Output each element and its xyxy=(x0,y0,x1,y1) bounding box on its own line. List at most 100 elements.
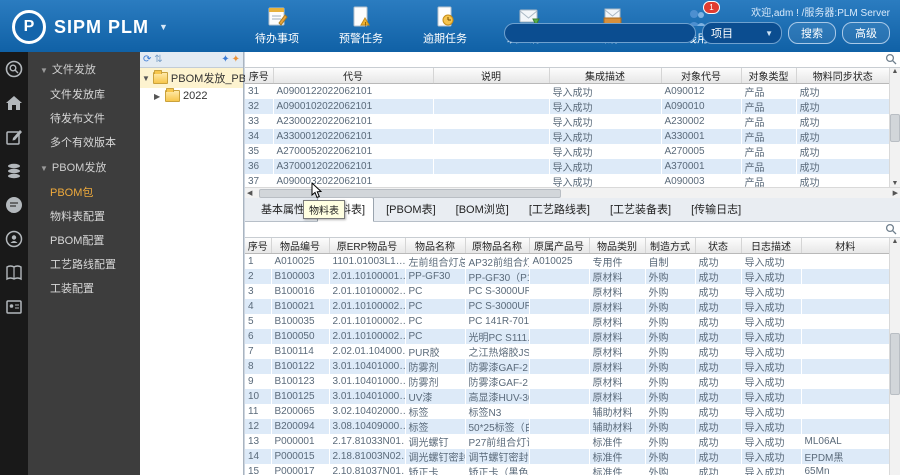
column-header[interactable]: 说明 xyxy=(433,68,550,84)
table-row[interactable]: 2B1000032.01.10100001…PP-GF30PP-GF30（P10… xyxy=(245,269,890,284)
id-card-icon[interactable] xyxy=(5,298,23,316)
column-header[interactable]: 序号 xyxy=(245,68,274,84)
tab-process-route-table[interactable]: [工艺路线表] xyxy=(521,198,598,221)
column-header[interactable]: 制造方式 xyxy=(645,238,696,254)
table-row[interactable]: 13 P000001 2.17.81033N01…调光螺钉 P27前组合灯调… 标准件 外… xyxy=(245,434,890,449)
sidebar-section-file-release[interactable]: ▼ 文件发放 xyxy=(28,56,140,82)
sidebar-section-pbom-release[interactable]: ▼ PBOM发放 xyxy=(28,154,140,180)
table-row[interactable]: 11 B200065 3.02.10402000… 标签 标签N3 辅助材料 外购 成功 导入成… xyxy=(245,404,890,419)
home-icon[interactable] xyxy=(5,94,23,112)
table-cell xyxy=(529,329,589,344)
table-row[interactable]: 5 B100035 2.01.10100002…PC PC 141R-701… 原材料 外… xyxy=(245,314,890,329)
sidebar-item-process-route-config[interactable]: 工艺路线配置 xyxy=(28,252,140,276)
column-header[interactable]: 对象类型 xyxy=(741,68,797,84)
table-cell: A370001 xyxy=(661,159,741,174)
table-row[interactable]: 15 P000017 2.10.81037N01…矫正卡 矫正卡（黑色） 标准件 外购 成功… xyxy=(245,464,890,475)
column-header[interactable]: 日志描述 xyxy=(741,238,802,254)
sidebar-item-pending-files[interactable]: 待发布文件 xyxy=(28,106,140,130)
tab-process-equipment-table[interactable]: [工艺装备表] xyxy=(602,198,679,221)
column-header[interactable]: 物品编号 xyxy=(271,238,330,254)
scrollbar-thumb[interactable] xyxy=(890,333,900,395)
material-filter-bar[interactable] xyxy=(245,222,900,238)
sidebar-item-multi-versions[interactable]: 多个有效版本 xyxy=(28,130,140,154)
column-header[interactable]: 原ERP物品号 xyxy=(329,238,406,254)
sidebar-item-tooling-config[interactable]: 工装配置 xyxy=(28,276,140,300)
broadcast-user-icon[interactable] xyxy=(5,230,23,248)
edit-icon[interactable] xyxy=(5,128,23,146)
table-row[interactable]: 8B1001223.01.10401000…防雾剂防雾漆GAF-2… 原材料外购成… xyxy=(245,359,890,374)
search-button[interactable]: 搜索 xyxy=(788,22,836,44)
scrollbar-thumb[interactable] xyxy=(890,113,900,142)
locate-icon[interactable]: ✦ xyxy=(232,54,240,65)
package-filter-bar[interactable] xyxy=(245,52,900,68)
column-header[interactable]: 物品类别 xyxy=(589,238,646,254)
app-logo[interactable]: P SIPM PLM ▼ xyxy=(12,10,168,44)
column-header[interactable]: 原属产品号 xyxy=(529,238,590,254)
table-row[interactable]: 31 A0900122022062101 导入成功 A090012 产品 成功 xyxy=(245,84,890,99)
column-header[interactable]: 对象代号 xyxy=(661,68,742,84)
scroll-right-icon[interactable]: ▶ xyxy=(893,189,898,197)
triangle-down-icon[interactable]: ▼ xyxy=(142,74,150,83)
sidebar-item-file-release-lib[interactable]: 文件发放库 xyxy=(28,82,140,106)
column-header[interactable]: 物品名称 xyxy=(405,238,466,254)
table-row[interactable]: 7 B100114 2.02.01.104000…PUR胶 之江热熔胶JS-P… 原材料… xyxy=(245,344,890,359)
scroll-down-icon[interactable]: ▼ xyxy=(892,180,899,187)
refresh-icon[interactable]: ⟳ xyxy=(143,54,151,65)
overdue-tasks-button[interactable]: 逾期任务 xyxy=(416,6,474,46)
collapse-tree-icon[interactable]: ⇅ xyxy=(154,54,162,65)
chat-icon[interactable] xyxy=(5,196,23,214)
table-cell: A3700012022062101 xyxy=(273,159,433,174)
table-cell xyxy=(433,99,549,114)
expand-all-icon[interactable]: ✦ xyxy=(221,54,229,65)
package-table-hscrollbar[interactable]: ◀ ▶ xyxy=(245,187,900,198)
table-cell: 9 xyxy=(248,376,254,387)
book-icon[interactable] xyxy=(5,264,23,282)
sidebar-item-pbom-config[interactable]: PBOM配置 xyxy=(28,228,140,252)
database-icon[interactable] xyxy=(5,162,23,180)
column-header[interactable]: 集成描述 xyxy=(549,68,662,84)
sidebar-item-material-table-config[interactable]: 物料表配置 xyxy=(28,204,140,228)
table-row[interactable]: 33 A2300022022062101 导入成功 A230002 产品 成功 xyxy=(245,114,890,129)
column-header[interactable]: 代号 xyxy=(273,68,434,84)
triangle-right-icon[interactable]: ▶ xyxy=(154,92,162,101)
chevron-down-icon[interactable]: ▼ xyxy=(159,22,168,32)
column-header[interactable]: 物料同步状态 xyxy=(796,68,890,84)
advanced-search-button[interactable]: 高级 xyxy=(842,22,890,44)
tab-pbom-table[interactable]: [PBOM表] xyxy=(378,198,444,221)
search-icon[interactable] xyxy=(885,223,897,235)
warning-tasks-button[interactable]: ! 预警任务 xyxy=(332,6,390,46)
search-icon[interactable] xyxy=(885,53,897,65)
scrollbar-thumb[interactable] xyxy=(259,189,561,198)
sidebar-item-pbom-package[interactable]: PBOM包 xyxy=(28,180,140,204)
table-row[interactable]: 6B1000502.01.10100002…PC光明PC S111… 原材料外购成… xyxy=(245,329,890,344)
todo-items-button[interactable]: 待办事项 xyxy=(248,6,306,46)
table-row[interactable]: 36 A3700012022062101 导入成功 A370001 产品 成功 xyxy=(245,159,890,174)
scroll-left-icon[interactable]: ◀ xyxy=(247,189,252,197)
material-table-vscrollbar[interactable]: ▲ ▼ xyxy=(889,238,900,475)
quick-search-icon[interactable] xyxy=(5,60,23,78)
scroll-up-icon[interactable]: ▲ xyxy=(892,238,899,245)
tab-transfer-log[interactable]: [传输日志] xyxy=(683,198,749,221)
table-row[interactable]: 32 A0900102022062101 导入成功 A090010 产品 成功 xyxy=(245,99,890,114)
table-row[interactable]: 34 A3300012022062101 导入成功 A330001 产品 成功 xyxy=(245,129,890,144)
tree-node-root[interactable]: ▼ PBOM发放_PBOM包 xyxy=(140,68,275,88)
table-row[interactable]: 14P0000152.18.81003N02…调光螺钉密封圈调节螺钉密封圈 标准件… xyxy=(245,449,890,464)
table-row[interactable]: 3 B100016 2.01.10100002…PC PC S-3000UR … 原材料… xyxy=(245,284,890,299)
table-row[interactable]: 4B1000212.01.10100002…PCPC S-3000UR… 原材料外… xyxy=(245,299,890,314)
table-cell: 导入成功 xyxy=(744,468,785,475)
column-header[interactable]: 材料 xyxy=(801,238,890,254)
column-header[interactable]: 状态 xyxy=(695,238,742,254)
search-input[interactable] xyxy=(504,23,696,43)
column-header[interactable]: 序号 xyxy=(245,238,272,254)
scroll-up-icon[interactable]: ▲ xyxy=(892,68,899,75)
package-table-vscrollbar[interactable]: ▲ ▼ xyxy=(889,68,900,187)
tree-node-2022[interactable]: ▶ 2022 xyxy=(140,88,243,104)
tab-bom-browse[interactable]: [BOM浏览] xyxy=(448,198,517,221)
table-row[interactable]: 1A0100251101.01003L1…左前组合灯总成AP32前组合灯…A01… xyxy=(245,254,890,269)
table-row[interactable]: 12B2000943.08.10409000…标签50*25标签（白… 辅助材料外… xyxy=(245,419,890,434)
search-scope-dropdown[interactable]: 项目 ▼ xyxy=(702,22,782,44)
column-header[interactable]: 原物品名称 xyxy=(465,238,530,254)
table-row[interactable]: 9 B100123 3.01.10401000…防雾剂 防雾漆GAF-2… 原材料 外购 成… xyxy=(245,374,890,389)
table-row[interactable]: 10B1001253.01.10401000…UV漆高显漆HUV-3000 原材料… xyxy=(245,389,890,404)
table-row[interactable]: 35 A2700052022062101 导入成功 A270005 产品 成功 xyxy=(245,144,890,159)
